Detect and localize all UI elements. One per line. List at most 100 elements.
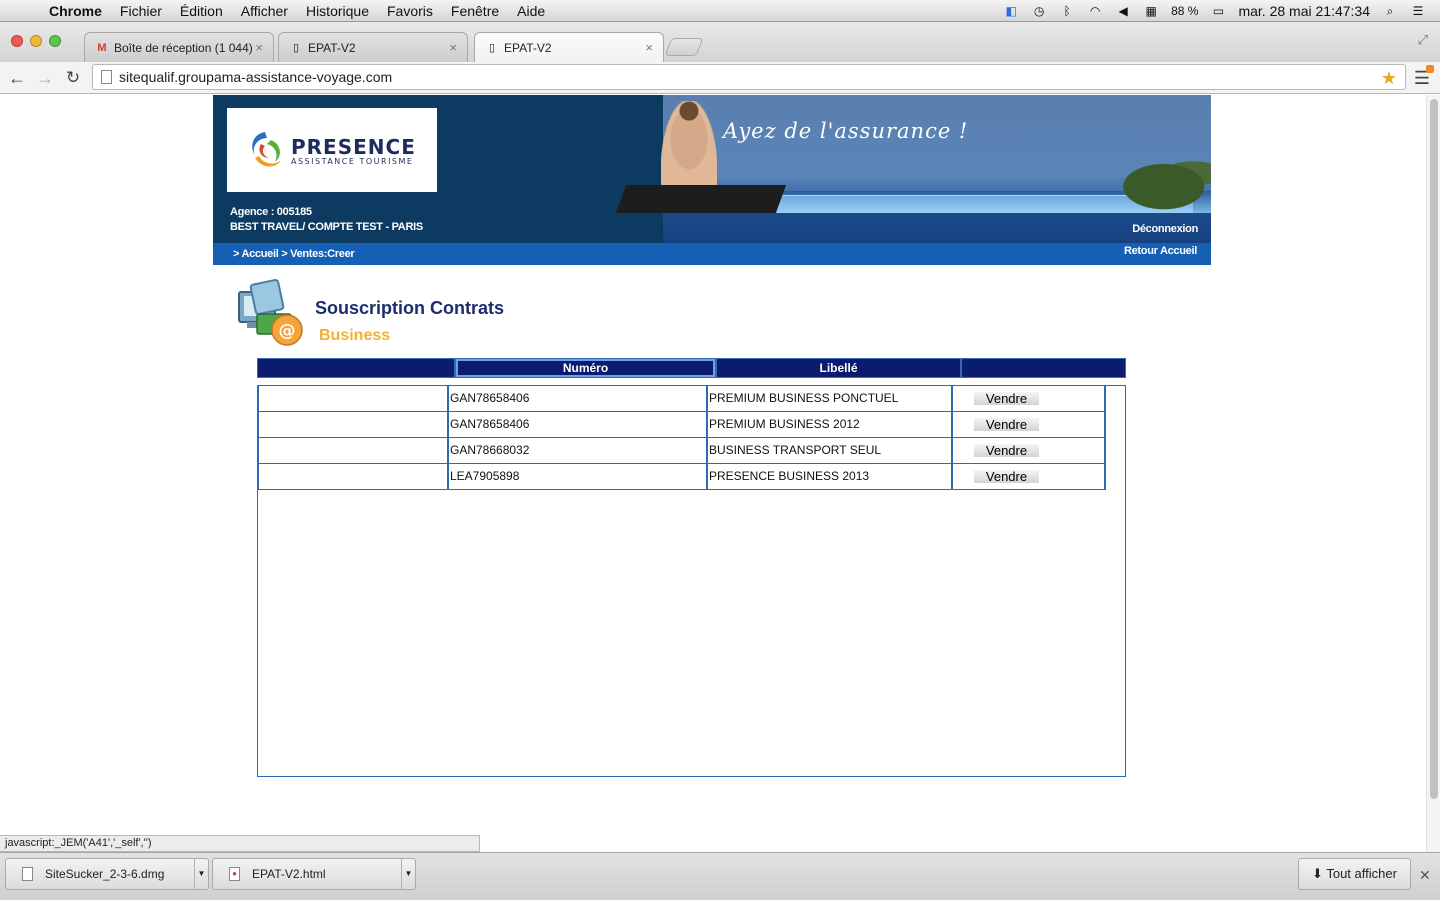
row-cell-action: Vendre <box>953 464 1106 489</box>
row-cell-action: Vendre <box>953 438 1106 463</box>
vendre-button[interactable]: Vendre <box>974 470 1039 483</box>
vendre-button[interactable]: Vendre <box>974 418 1039 431</box>
table-header: Numéro Libellé <box>257 358 1126 378</box>
download-item[interactable]: SiteSucker_2-3-6.dmg ▼ <box>5 858 209 890</box>
vendre-button[interactable]: Vendre <box>974 444 1039 457</box>
logo-text: PRESENCE <box>291 135 416 159</box>
battery-percent[interactable]: 88 % <box>1171 4 1198 18</box>
back-icon[interactable]: ← <box>6 67 28 89</box>
close-tab-icon[interactable]: × <box>449 40 457 55</box>
tab-gmail[interactable]: M Boîte de réception (1 044) × <box>84 32 274 62</box>
notification-list-icon[interactable]: ☰ <box>1410 4 1426 18</box>
menu-edition[interactable]: Édition <box>171 3 232 19</box>
battery-icon[interactable]: ▭ <box>1210 4 1226 18</box>
header-slogan: Ayez de l'assurance ! <box>723 119 969 143</box>
row-cell-blank <box>258 438 449 463</box>
close-shelf-icon[interactable]: ✕ <box>1419 867 1431 884</box>
show-all-label: Tout afficher <box>1326 866 1397 881</box>
breadcrumb[interactable]: > Accueil > Ventes:Creer <box>233 248 355 260</box>
menubar: Chrome Fichier Édition Afficher Historiq… <box>0 0 1440 22</box>
vendre-button[interactable]: Vendre <box>974 392 1039 405</box>
tab-label: EPAT-V2 <box>504 40 552 55</box>
dropdown-caret-icon[interactable]: ▼ <box>194 859 208 889</box>
menu-favoris[interactable]: Favoris <box>378 3 442 19</box>
url-text: sitequalif.groupama-assistance-voyage.co… <box>119 69 393 85</box>
page-icon: ▯ <box>292 41 300 54</box>
menu-fichier[interactable]: Fichier <box>111 3 171 19</box>
menu-aide[interactable]: Aide <box>508 3 554 19</box>
page-icon: ▯ <box>488 41 496 54</box>
browser-toolbar: ← → ↻ sitequalif.groupama-assistance-voy… <box>0 62 1440 94</box>
download-item[interactable]: ● EPAT-V2.html ▼ <box>212 858 416 890</box>
table-row: GAN78658406 PREMIUM BUSINESS 2012 Vendre <box>258 412 1106 438</box>
header-person <box>661 101 717 185</box>
menu-afficher[interactable]: Afficher <box>232 3 297 19</box>
spotlight-icon[interactable]: ⌕ <box>1382 4 1398 18</box>
bookmark-star-icon[interactable]: ★ <box>1381 66 1397 90</box>
page-icon <box>101 70 112 84</box>
new-tab-button[interactable] <box>664 38 704 56</box>
tab-label: Boîte de réception (1 044) <box>114 40 253 55</box>
show-all-downloads-button[interactable]: ⬇ Tout afficher <box>1298 858 1411 890</box>
teamviewer-icon[interactable]: ◧ <box>1003 4 1019 18</box>
presence-logo[interactable]: PRESENCE ASSISTANCE TOURISME <box>227 108 437 192</box>
minimize-window-icon[interactable] <box>30 35 42 47</box>
row-cell-libelle: PRESENCE BUSINESS 2013 <box>708 464 953 489</box>
wifi-icon[interactable]: ◠ <box>1087 4 1103 18</box>
scrollbar-thumb[interactable] <box>1430 99 1438 799</box>
row-cell-libelle: PREMIUM BUSINESS 2012 <box>708 412 953 437</box>
close-tab-icon[interactable]: × <box>255 40 263 55</box>
download-filename: SiteSucker_2-3-6.dmg <box>45 867 165 881</box>
row-cell-blank <box>258 412 449 437</box>
agency-name: BEST TRAVEL/ COMPTE TEST - PARIS <box>230 221 423 233</box>
bluetooth-icon[interactable]: ᛒ <box>1059 4 1075 18</box>
download-arrow-icon: ⬇ <box>1312 866 1323 881</box>
clock[interactable]: mar. 28 mai 21:47:34 <box>1238 3 1370 19</box>
download-shelf: SiteSucker_2-3-6.dmg ▼ ● EPAT-V2.html ▼ … <box>0 852 1440 900</box>
chrome-file-icon: ● <box>229 867 240 881</box>
menu-app[interactable]: Chrome <box>40 3 111 19</box>
computer-email-icon: @ <box>238 278 303 346</box>
header-tree <box>1093 147 1211 213</box>
logout-link[interactable]: Déconnexion <box>1132 223 1198 235</box>
row-cell-blank <box>258 464 449 489</box>
row-cell-action: Vendre <box>953 386 1106 411</box>
reload-icon[interactable]: ↻ <box>62 67 84 89</box>
time-machine-icon[interactable]: ◷ <box>1031 4 1047 18</box>
menu-historique[interactable]: Historique <box>297 3 378 19</box>
fullscreen-icon[interactable]: ⤢ <box>1418 32 1428 48</box>
file-icon <box>22 867 33 881</box>
column-header-libelle[interactable]: Libellé <box>717 359 962 377</box>
site-header: Ayez de l'assurance ! PRESENCE ASSISTANC… <box>213 95 1211 243</box>
menu-fenetre[interactable]: Fenêtre <box>442 3 508 19</box>
volume-icon[interactable]: ◀ <box>1115 4 1131 18</box>
header-deck <box>615 185 787 213</box>
table-row: GAN78668032 BUSINESS TRANSPORT SEUL Vend… <box>258 438 1106 464</box>
page-scrollbar[interactable] <box>1426 95 1440 852</box>
row-cell-action: Vendre <box>953 412 1106 437</box>
tab-label: EPAT-V2 <box>308 40 356 55</box>
row-cell-numero: LEA7905898 <box>449 464 708 489</box>
dropdown-caret-icon[interactable]: ▼ <box>401 859 415 889</box>
row-cell-libelle: BUSINESS TRANSPORT SEUL <box>708 438 953 463</box>
chrome-menu-icon[interactable]: ☰ <box>1414 65 1434 89</box>
svg-text:@: @ <box>279 321 296 341</box>
close-window-icon[interactable] <box>11 35 23 47</box>
column-header-action <box>962 359 1125 377</box>
close-tab-icon[interactable]: × <box>645 40 653 55</box>
calendar-icon[interactable]: ▦ <box>1143 4 1159 18</box>
column-header-numero[interactable]: Numéro <box>456 359 717 377</box>
agency-info: Agence : 005185 BEST TRAVEL/ COMPTE TEST… <box>230 205 423 235</box>
forward-icon[interactable]: → <box>34 67 56 89</box>
table-row: LEA7905898 PRESENCE BUSINESS 2013 Vendre <box>258 464 1106 490</box>
table-row: GAN78658406 PREMIUM BUSINESS PONCTUEL Ve… <box>258 386 1106 412</box>
zoom-window-icon[interactable] <box>49 35 61 47</box>
row-cell-numero: GAN78668032 <box>449 438 708 463</box>
home-link[interactable]: Retour Accueil <box>1124 245 1197 257</box>
tab-epat-1[interactable]: ▯ EPAT-V2 × <box>278 32 468 62</box>
presence-logo-icon <box>252 132 281 167</box>
address-bar[interactable]: sitequalif.groupama-assistance-voyage.co… <box>92 64 1406 90</box>
breadcrumb-bar: > Accueil > Ventes:Creer Retour Accueil <box>213 243 1211 265</box>
row-cell-libelle: PREMIUM BUSINESS PONCTUEL <box>708 386 953 411</box>
tab-epat-2[interactable]: ▯ EPAT-V2 × <box>474 32 664 62</box>
